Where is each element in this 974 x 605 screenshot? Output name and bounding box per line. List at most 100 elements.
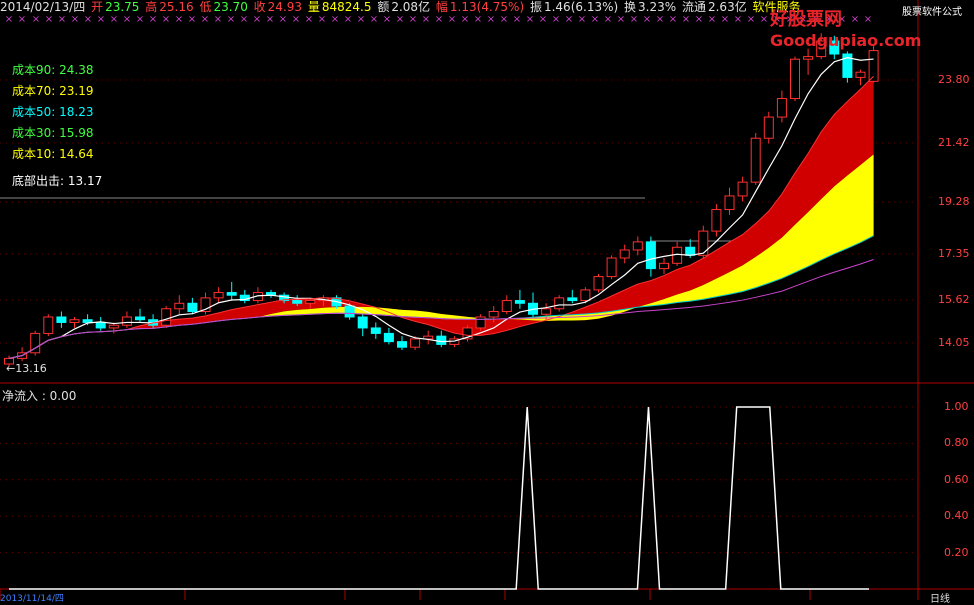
cost-legend-value: 15.98 [59, 126, 94, 140]
candle-body [43, 316, 54, 334]
cost-legend-label: 成本50: [12, 105, 60, 119]
candle [174, 295, 185, 315]
open-label: 开 [91, 0, 104, 14]
candle [645, 236, 656, 277]
signal-marker: × [682, 14, 690, 25]
float-value: 2.63亿 [707, 0, 747, 14]
period-label: 日线 [930, 594, 950, 605]
candle [30, 330, 41, 356]
brand-name: 好股票网 [770, 9, 842, 30]
cost-legend-item: 成本90: 24.38 [12, 60, 102, 81]
candle-body [135, 316, 145, 321]
candle-body [383, 332, 394, 343]
signal-marker: × [227, 14, 235, 25]
open-value: 23.75 [105, 0, 140, 14]
net-inflow-polyline [9, 406, 869, 590]
start-date: 2013/11/14/四 [0, 594, 64, 604]
candle-body [632, 241, 643, 251]
signal-marker: × [266, 14, 274, 25]
signal-marker: × [357, 14, 365, 25]
signal-marker: × [188, 14, 196, 25]
signal-marker: × [110, 14, 118, 25]
signal-marker: × [448, 14, 456, 25]
flow-tick: 0.60 [944, 472, 969, 486]
cost-legend-item: 成本30: 15.98 [12, 123, 102, 144]
candle [763, 111, 774, 144]
signal-marker: × [760, 14, 768, 25]
signal-marker: × [552, 14, 560, 25]
signal-marker: × [526, 14, 534, 25]
candle [187, 297, 198, 315]
candle-body [475, 316, 486, 329]
signal-marker: × [136, 14, 144, 25]
candle-body [121, 316, 132, 326]
flow-tick: 1.00 [944, 400, 969, 413]
signal-marker: × [214, 14, 222, 25]
signal-marker: × [513, 14, 521, 25]
low-marker: ←13.16 [6, 362, 47, 375]
price-tick: 23.80 [938, 73, 970, 86]
signal-marker: × [97, 14, 105, 25]
signal-marker: × [279, 14, 287, 25]
candle [226, 281, 237, 301]
high-value: 25.16 [159, 0, 194, 14]
net-inflow-label: 净流入 : 0.00 [2, 389, 77, 403]
cost-legend-label: 成本30: [12, 126, 60, 140]
candle [632, 236, 643, 256]
signal-marker: × [474, 14, 482, 25]
signal-marker: × [643, 14, 651, 25]
signal-marker: × [240, 14, 248, 25]
signal-marker: × [45, 14, 53, 25]
candle-body [82, 319, 93, 323]
signal-marker: × [461, 14, 469, 25]
candle [750, 132, 761, 185]
candle-body [95, 321, 106, 329]
candle-body [580, 289, 591, 302]
candle-body [213, 292, 224, 299]
chart-grid [0, 0, 974, 600]
price-tick: 15.62 [938, 293, 970, 306]
signal-marker: × [721, 14, 729, 25]
candle [397, 336, 407, 350]
candle [423, 330, 434, 345]
cost-legend-value: 14.64 [59, 147, 94, 161]
signal-marker: × [591, 14, 599, 25]
signal-marker: × [305, 14, 313, 25]
candle-body [803, 56, 814, 60]
candle [475, 314, 486, 331]
candle-body [174, 302, 185, 310]
candle [528, 292, 538, 317]
candle-body [567, 297, 578, 302]
cost-legend: 成本90: 24.38 成本70: 23.19 成本50: 18.23 成本30: 1… [12, 60, 102, 192]
cost-legend-item: 成本70: 23.19 [12, 81, 102, 102]
candle-body [514, 300, 525, 304]
stock-chart[interactable]: × × × × × × × × × × × × × × × × × × × × × × × × × × × × × × × × × × × × × × × ×… [0, 0, 974, 600]
signal-marker: × [32, 14, 40, 25]
signal-marker: × [708, 14, 716, 25]
cost-legend-label: 成本90: [12, 63, 60, 77]
candle-body [410, 338, 421, 348]
candle [69, 316, 80, 328]
candle-body [161, 308, 172, 326]
candle-body [659, 262, 669, 270]
cost-legend-label: 成本10: [12, 147, 60, 161]
cost-legend-item: 底部出击: 13.17 [12, 171, 102, 192]
brand-logo: 好股票网Goodgupiao.com 股票软件公式 [770, 5, 974, 50]
high-label: 高 [145, 0, 158, 14]
candle [711, 204, 722, 237]
candle-body [541, 308, 552, 315]
candle-body [645, 241, 656, 270]
signal-marker: × [578, 14, 586, 25]
candle [659, 257, 669, 274]
signal-marker: × [149, 14, 157, 25]
candle-body [763, 116, 774, 139]
signal-marker: × [630, 14, 638, 25]
signal-marker: × [695, 14, 703, 25]
cost-legend-item: 成本10: 14.64 [12, 144, 102, 165]
volume-label: 量 [307, 0, 320, 14]
candle [357, 314, 368, 337]
candle [239, 289, 250, 304]
candle-body [108, 324, 119, 329]
candle-body [698, 230, 709, 256]
candle [514, 289, 525, 309]
